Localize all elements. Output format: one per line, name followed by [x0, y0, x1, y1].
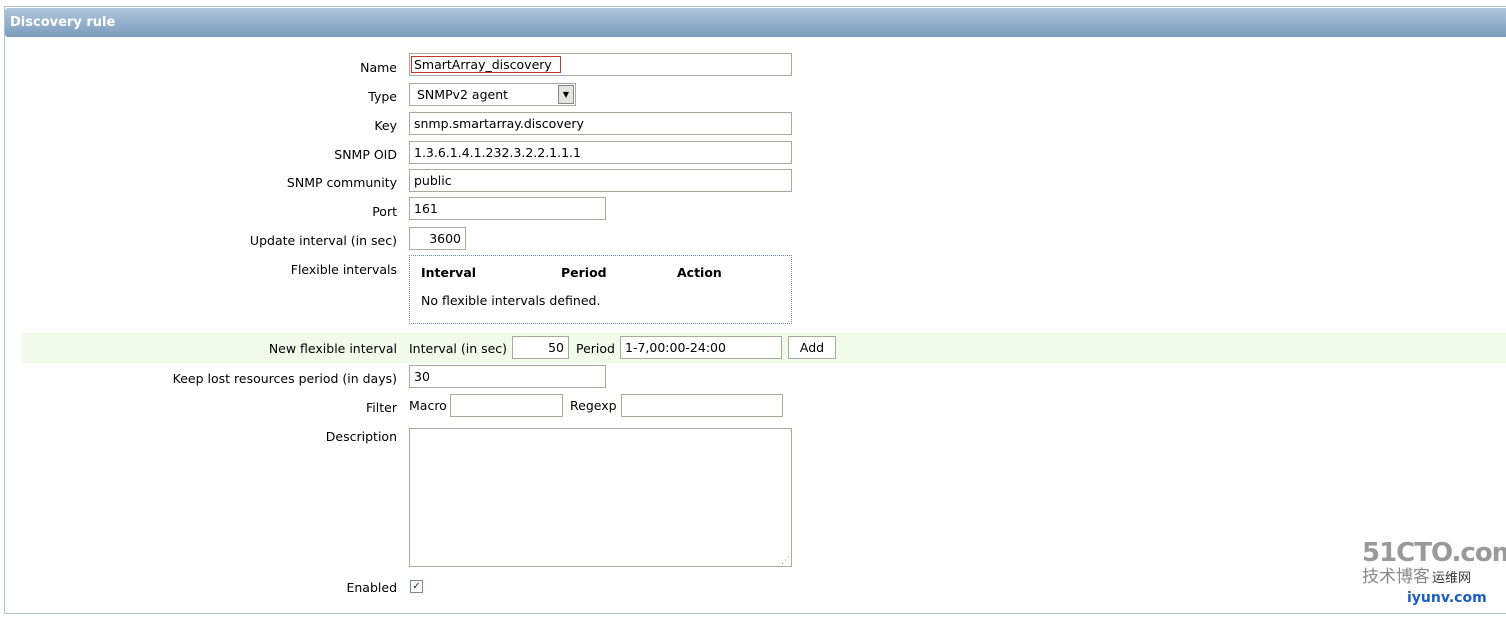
keep-lost-input[interactable]: 30	[409, 365, 606, 388]
chevron-down-icon[interactable]: ▼	[558, 85, 574, 104]
add-button[interactable]: Add	[788, 336, 836, 359]
col-period: Period	[561, 265, 607, 280]
empty-message: No flexible intervals defined.	[421, 293, 601, 308]
community-input[interactable]: public	[409, 169, 792, 192]
oid-label: SNMP OID	[334, 147, 397, 162]
name-value: SmartArray_discovery	[411, 56, 561, 73]
filter-label: Filter	[366, 400, 397, 415]
key-input[interactable]: snmp.smartarray.discovery	[409, 112, 792, 135]
macro-label: Macro	[409, 398, 447, 413]
resize-handle-icon[interactable]: ⋰	[781, 556, 790, 566]
port-label: Port	[372, 204, 397, 219]
macro-input[interactable]	[450, 394, 563, 417]
period-label: Period	[576, 341, 615, 356]
port-input[interactable]: 161	[409, 197, 606, 220]
type-label: Type	[368, 89, 397, 104]
col-action: Action	[677, 265, 722, 280]
type-value: SNMPv2 agent	[417, 87, 509, 102]
update-interval-input[interactable]: 3600	[409, 227, 466, 250]
name-label: Name	[360, 60, 397, 75]
key-label: Key	[374, 118, 397, 133]
new-flexible-label: New flexible interval	[268, 341, 397, 356]
regexp-label: Regexp	[570, 398, 617, 413]
interval-label: Interval (in sec)	[409, 341, 508, 356]
page-title: Discovery rule	[5, 8, 1506, 37]
col-interval: Interval	[421, 265, 477, 280]
interval-input[interactable]: 50	[512, 336, 569, 359]
enabled-checkbox[interactable]: ✓	[410, 580, 423, 593]
name-input[interactable]: SmartArray_discovery	[409, 53, 792, 76]
watermark-logo: 51CTO.com 技术博客 运维网 iyunv.com	[1362, 538, 1506, 606]
enabled-label: Enabled	[346, 580, 397, 595]
type-select[interactable]: SNMPv2 agent ▼	[409, 83, 576, 106]
period-input[interactable]: 1-7,00:00-24:00	[620, 336, 782, 359]
community-label: SNMP community	[286, 175, 397, 190]
flexible-intervals-label: Flexible intervals	[290, 262, 397, 277]
description-label: Description	[325, 429, 397, 444]
oid-input[interactable]: 1.3.6.1.4.1.232.3.2.2.1.1.1	[409, 141, 792, 164]
description-textarea[interactable]: ⋰	[409, 428, 792, 567]
keep-lost-label: Keep lost resources period (in days)	[172, 371, 397, 386]
flexible-intervals-table: Interval Period Action No flexible inter…	[409, 255, 792, 324]
regexp-input[interactable]	[621, 394, 783, 417]
update-interval-label: Update interval (in sec)	[249, 233, 397, 248]
